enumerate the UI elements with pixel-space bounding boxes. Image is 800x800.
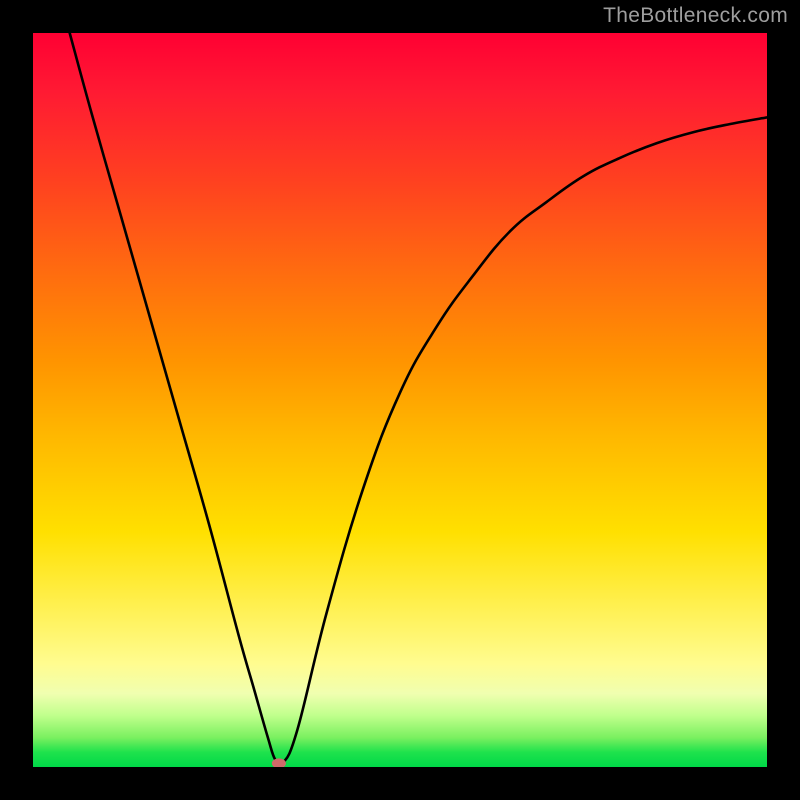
watermark-text: TheBottleneck.com xyxy=(603,4,788,28)
chart-curve xyxy=(33,33,767,767)
bottleneck-marker xyxy=(272,758,286,767)
plot-area xyxy=(33,33,767,767)
chart-frame: TheBottleneck.com xyxy=(0,0,800,800)
